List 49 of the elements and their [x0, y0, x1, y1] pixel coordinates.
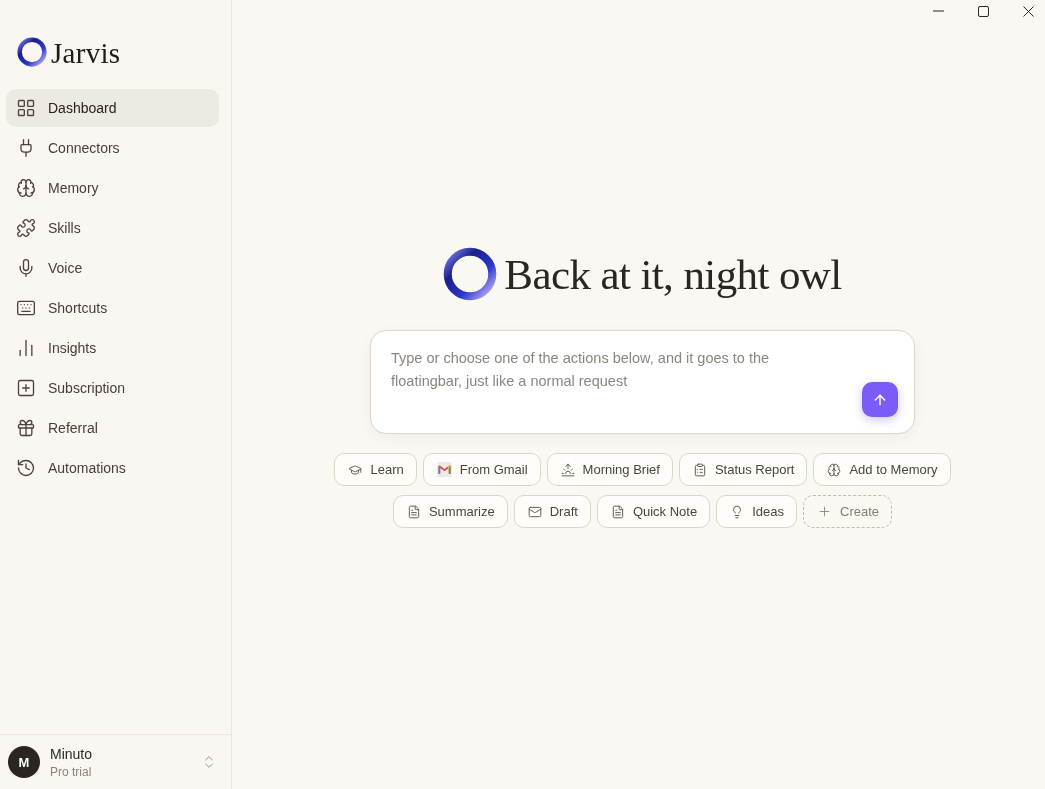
create-button[interactable]: Create: [803, 495, 893, 528]
app-name: Jarvis: [51, 37, 121, 69]
clipboard-icon: [692, 462, 707, 477]
greeting-heading: Back at it, night owl: [504, 249, 842, 299]
plus-square-icon: [16, 378, 36, 398]
brain-icon: [827, 462, 842, 477]
brain-icon: [16, 178, 36, 198]
envelope-icon: [527, 504, 542, 519]
clock-arrow-icon: [16, 458, 36, 478]
nav-item[interactable]: Skills: [6, 209, 219, 247]
ring-logo-icon: [17, 37, 47, 67]
document-icon: [406, 504, 421, 519]
ring-logo-icon: [443, 247, 498, 301]
nav-item[interactable]: Dashboard: [6, 89, 219, 127]
minimize-icon[interactable]: [932, 10, 944, 12]
action-button[interactable]: Ideas: [716, 495, 797, 528]
nav-item[interactable]: Shortcuts: [6, 289, 219, 327]
action-button[interactable]: Learn: [334, 453, 417, 486]
send-button[interactable]: [862, 382, 898, 417]
plus-icon: [817, 504, 832, 519]
user-plan: Pro trial: [50, 764, 92, 779]
action-button[interactable]: Quick Note: [596, 495, 711, 528]
nav-item[interactable]: Subscription: [6, 369, 219, 407]
grid-icon: [16, 98, 36, 118]
nav-item[interactable]: Insights: [6, 329, 219, 367]
action-button[interactable]: Add to Memory: [813, 453, 951, 486]
action-button[interactable]: Status Report: [678, 453, 808, 486]
prompt-field[interactable]: Type or choose one of the actions below, and it goes to the floatingbar, just like a normal request: [370, 330, 915, 434]
sunrise-icon: [560, 462, 575, 477]
keyboard-icon: [16, 298, 36, 318]
puzzle-icon: [16, 218, 36, 238]
action-button[interactable]: From Gmail: [422, 453, 541, 486]
close-icon[interactable]: [1022, 5, 1034, 17]
nav-item[interactable]: Connectors: [6, 129, 219, 167]
document-icon: [610, 504, 625, 519]
maximize-icon[interactable]: [977, 5, 989, 17]
nav-item[interactable]: Memory: [6, 169, 219, 207]
prompt-input[interactable]: Type or choose one of the actions below, and it goes to the floatingbar, just like a normal request: [391, 347, 816, 417]
gmail-icon: [436, 462, 452, 477]
action-button[interactable]: Draft: [513, 495, 591, 528]
nav-item[interactable]: Automations: [6, 449, 219, 487]
nav-item[interactable]: Voice: [6, 249, 219, 287]
user-name: Minuto: [50, 745, 93, 762]
gift-icon: [16, 418, 36, 438]
action-button[interactable]: Summarize: [392, 495, 508, 528]
nav-item[interactable]: Referral: [6, 409, 219, 447]
graduation-cap-icon: [348, 462, 363, 477]
action-button[interactable]: Morning Brief: [546, 453, 673, 486]
avatar[interactable]: M: [8, 746, 40, 778]
